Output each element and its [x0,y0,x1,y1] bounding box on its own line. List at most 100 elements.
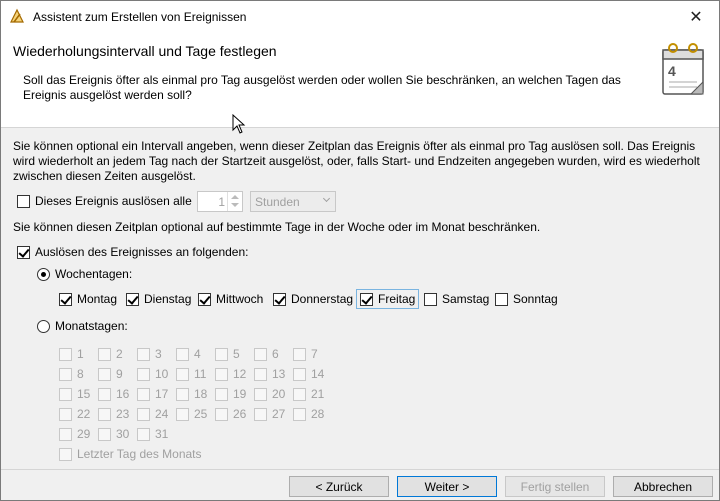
trigger-checkbox-box[interactable] [17,245,30,259]
monthday-checkbox[interactable]: 11 [176,367,206,381]
monthday-checkbox-box[interactable] [59,347,72,361]
weekday-checkbox[interactable] [424,292,437,306]
monthday-checkbox[interactable]: 28 [293,407,324,421]
monthday-checkbox-box[interactable] [254,347,267,361]
close-button[interactable]: ✕ [673,1,719,32]
monthday-checkbox-box[interactable] [98,427,111,441]
last-day-checkbox[interactable]: Letzter Tag des Monats [59,447,202,461]
weekday-tuesday[interactable]: Dienstag [126,292,191,306]
weekday-checkbox[interactable] [495,292,508,306]
chevron-down-icon [322,194,331,203]
monthday-label: 23 [116,407,130,421]
monthday-checkbox[interactable]: 17 [137,387,168,401]
weekday-thursday[interactable]: Donnerstag [273,292,353,306]
monthday-checkbox-box[interactable] [293,367,306,381]
monthday-checkbox[interactable]: 24 [137,407,168,421]
monthday-checkbox-box[interactable] [137,367,150,381]
monthday-checkbox-box[interactable] [254,367,267,381]
weekday-wednesday[interactable]: Mittwoch [198,292,263,306]
monthday-checkbox-box[interactable] [59,367,72,381]
monthday-label: 22 [77,407,91,421]
monthday-checkbox[interactable]: 23 [98,407,129,421]
monthday-checkbox[interactable]: 18 [176,387,207,401]
monthday-checkbox[interactable]: 12 [215,367,246,381]
trigger-checkbox[interactable]: Auslösen des Ereignisses an folgenden: [17,245,248,259]
weekday-saturday[interactable]: Samstag [424,292,489,306]
monthday-checkbox-box[interactable] [176,387,189,401]
monthday-checkbox[interactable]: 10 [137,367,168,381]
monthdays-radio-button[interactable] [37,319,50,333]
monthday-checkbox[interactable]: 19 [215,387,246,401]
monthday-checkbox-box[interactable] [98,367,111,381]
monthday-checkbox[interactable]: 4 [176,347,201,361]
monthday-checkbox[interactable]: 31 [137,427,168,441]
repeat-checkbox-box[interactable] [17,194,30,208]
weekday-checkbox[interactable] [59,292,72,306]
monthday-checkbox[interactable]: 8 [59,367,84,381]
weekday-checkbox[interactable] [360,292,373,306]
weekdays-radio[interactable]: Wochentagen: [37,267,132,281]
monthday-checkbox-box[interactable] [59,387,72,401]
monthday-checkbox[interactable]: 7 [293,347,318,361]
monthday-checkbox[interactable]: 9 [98,367,123,381]
monthday-checkbox[interactable]: 27 [254,407,285,421]
monthday-checkbox-box[interactable] [98,387,111,401]
repeat-interval-checkbox[interactable]: Dieses Ereignis auslösen alle [17,194,192,208]
monthday-checkbox-box[interactable] [137,347,150,361]
spin-down-icon[interactable] [231,203,239,207]
monthday-checkbox-box[interactable] [59,427,72,441]
finish-button[interactable]: Fertig stellen [505,476,605,497]
weekday-sunday[interactable]: Sonntag [495,292,558,306]
monthday-checkbox-box[interactable] [59,407,72,421]
monthday-checkbox[interactable]: 20 [254,387,285,401]
monthday-checkbox[interactable]: 15 [59,387,90,401]
monthday-checkbox[interactable]: 16 [98,387,129,401]
cancel-button[interactable]: Abbrechen [613,476,713,497]
weekday-friday[interactable]: Freitag [356,289,420,309]
weekday-checkbox[interactable] [273,292,286,306]
last-day-checkbox-box[interactable] [59,447,72,461]
weekday-checkbox[interactable] [126,292,139,306]
interval-unit-select[interactable]: Stunden [250,191,336,212]
monthday-checkbox-box[interactable] [254,407,267,421]
monthday-checkbox[interactable]: 14 [293,367,324,381]
monthday-checkbox[interactable]: 3 [137,347,162,361]
monthday-checkbox-box[interactable] [293,387,306,401]
monthday-checkbox-box[interactable] [176,347,189,361]
monthday-checkbox[interactable]: 1 [59,347,84,361]
next-button[interactable]: Weiter > [397,476,497,497]
monthday-checkbox-box[interactable] [215,387,228,401]
weekdays-radio-button[interactable] [37,267,50,281]
monthday-checkbox[interactable]: 21 [293,387,324,401]
interval-spinner[interactable]: 1 [197,191,243,212]
monthday-checkbox[interactable]: 13 [254,367,285,381]
monthday-checkbox-box[interactable] [176,367,189,381]
monthday-checkbox-box[interactable] [98,407,111,421]
weekday-checkbox[interactable] [198,292,211,306]
monthdays-radio[interactable]: Monatstagen: [37,319,128,333]
spin-up-icon[interactable] [231,195,239,199]
monthday-checkbox-box[interactable] [215,407,228,421]
monthday-checkbox-box[interactable] [137,407,150,421]
monthday-checkbox[interactable]: 25 [176,407,207,421]
monthday-checkbox-box[interactable] [254,387,267,401]
monthday-checkbox[interactable]: 6 [254,347,279,361]
monthday-label: 13 [272,367,286,381]
monthday-checkbox[interactable]: 30 [98,427,129,441]
back-button[interactable]: < Zurück [289,476,389,497]
monthday-checkbox[interactable]: 5 [215,347,240,361]
monthday-checkbox-box[interactable] [293,407,306,421]
monthday-checkbox[interactable]: 2 [98,347,123,361]
monthday-checkbox-box[interactable] [293,347,306,361]
monthday-checkbox[interactable]: 26 [215,407,246,421]
monthday-checkbox-box[interactable] [215,367,228,381]
monthday-checkbox-box[interactable] [137,387,150,401]
weekday-monday[interactable]: Montag [59,292,117,306]
monthday-checkbox-box[interactable] [98,347,111,361]
monthday-checkbox-box[interactable] [215,347,228,361]
monthday-checkbox[interactable]: 22 [59,407,90,421]
spinner-buttons[interactable] [227,192,242,211]
monthday-checkbox[interactable]: 29 [59,427,90,441]
monthday-checkbox-box[interactable] [176,407,189,421]
monthday-checkbox-box[interactable] [137,427,150,441]
